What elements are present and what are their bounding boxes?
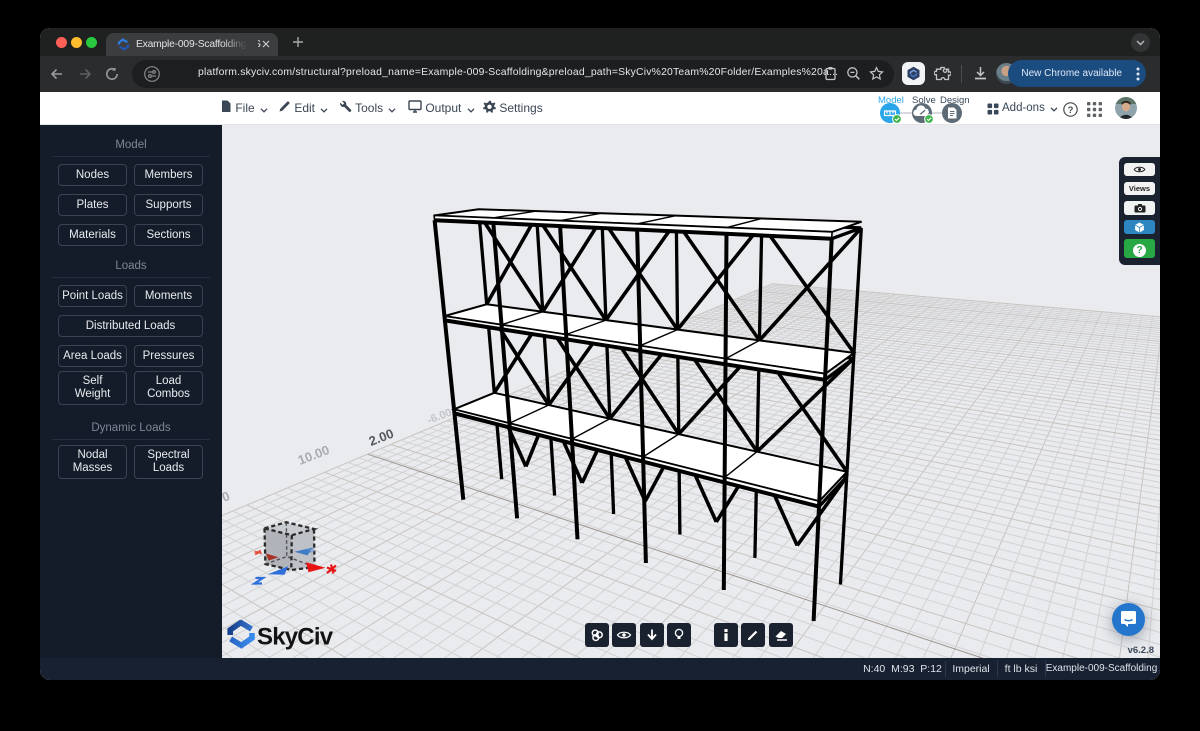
svg-text:0: 0 [222,488,232,505]
svg-text:?: ? [1068,105,1074,116]
svg-text:10.00: 10.00 [296,442,332,468]
svg-text:SkyCiv: SkyCiv [257,624,334,651]
svg-text:2.00: 2.00 [367,426,396,449]
